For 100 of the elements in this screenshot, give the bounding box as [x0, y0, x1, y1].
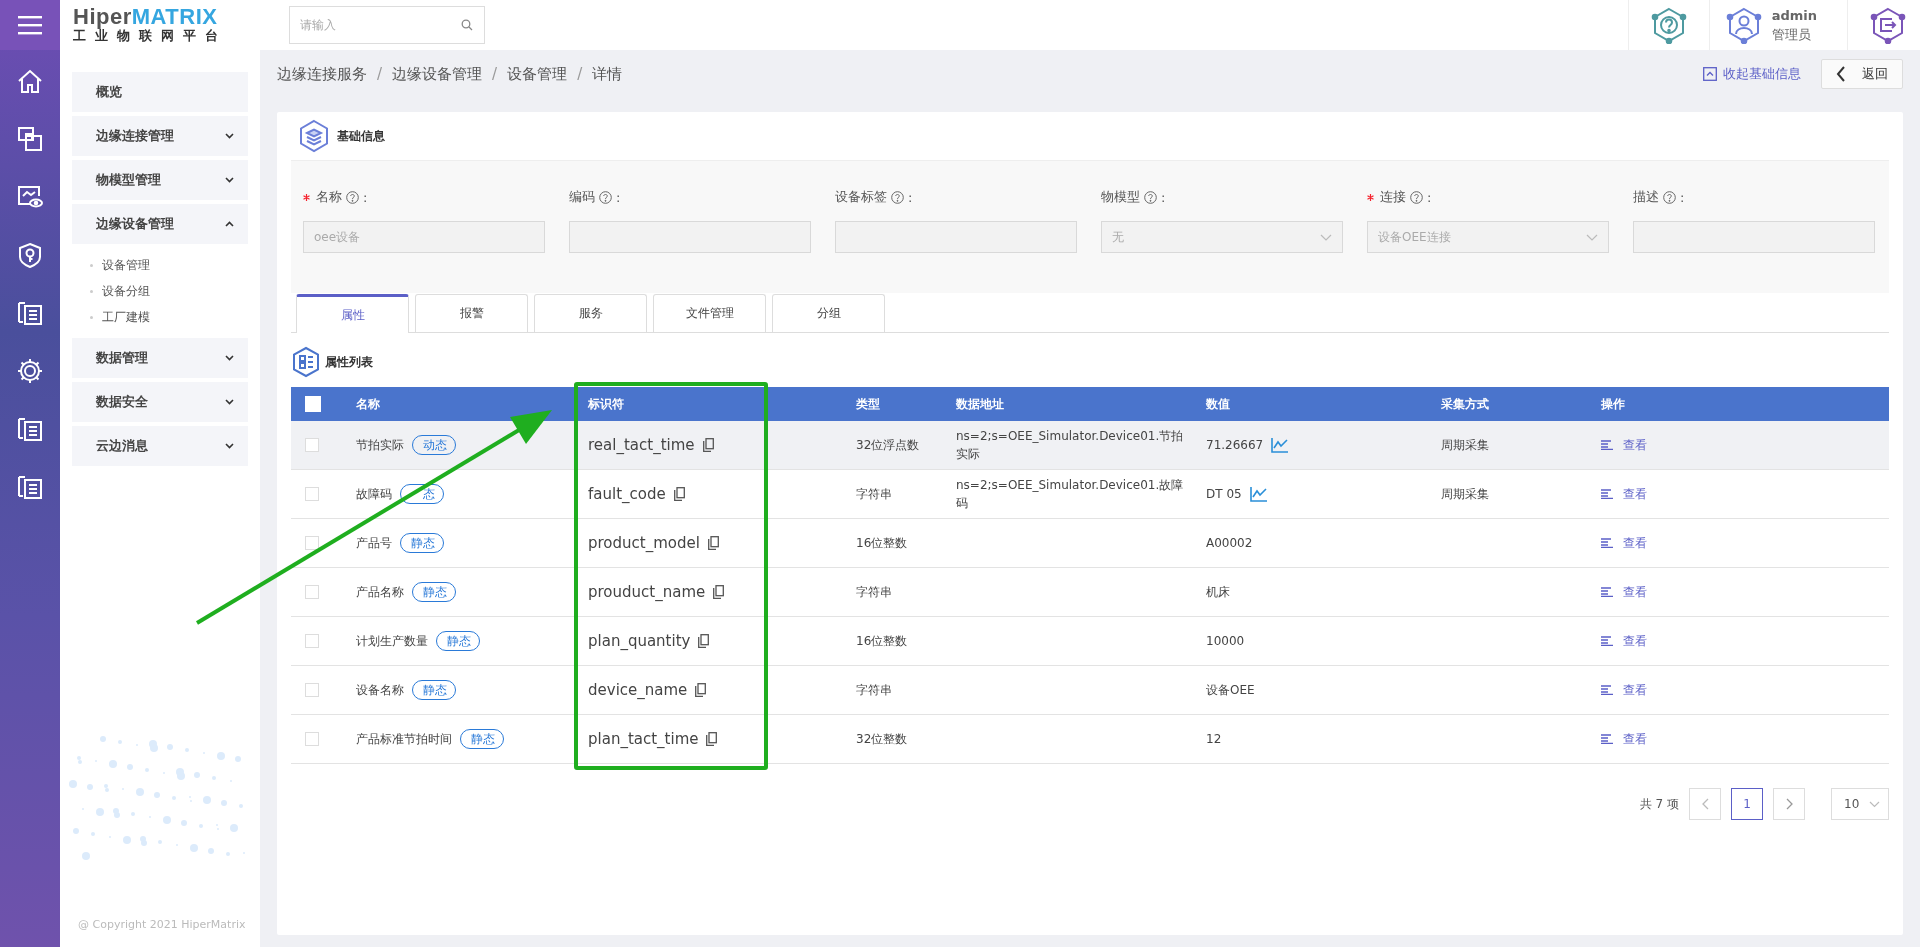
user-icon[interactable] [1725, 6, 1762, 44]
table-cell: 周期采集 [1441, 436, 1489, 454]
copy-icon[interactable] [713, 585, 725, 599]
table-cell-text: ns=2;s=OEE_Simulator.Device01.节拍实际 [956, 428, 1185, 463]
copy-icon[interactable] [673, 487, 685, 501]
document-list-icon[interactable] [17, 474, 43, 500]
help-icon[interactable] [1650, 6, 1687, 44]
details-icon [1601, 538, 1613, 548]
column-header: 数值 [1205, 395, 1231, 413]
logo-subtitle: 工业物联网平台 [73, 28, 228, 44]
view-link[interactable]: 查看 [1623, 485, 1647, 503]
label-colon: : [1161, 189, 1166, 205]
view-link[interactable]: 查看 [1623, 583, 1647, 601]
sidebar-item[interactable]: 物模型管理 [72, 160, 248, 200]
column-header: 数据地址 [955, 395, 1005, 413]
field-label: 连接 [1380, 188, 1406, 206]
row-checkbox[interactable] [305, 438, 319, 452]
tab[interactable]: 文件管理 [653, 294, 766, 332]
view-link[interactable]: 查看 [1623, 730, 1647, 748]
page-button[interactable]: 1 [1731, 788, 1763, 820]
sidebar-item[interactable]: 边缘设备管理 [72, 204, 248, 244]
gear-icon[interactable] [17, 358, 43, 384]
row-checkbox[interactable] [305, 536, 319, 550]
row-checkbox[interactable] [305, 634, 319, 648]
required-mark-icon [1367, 193, 1374, 201]
identifier-text: prouduct_name [588, 583, 706, 601]
row-checkbox[interactable] [305, 585, 319, 599]
breadcrumb-separator: / [492, 64, 498, 84]
collapse-link[interactable]: 收起基础信息 [1703, 65, 1801, 83]
table-cell: 10000 [1206, 634, 1245, 648]
document-list-icon[interactable] [17, 300, 43, 326]
user-role: 管理员 [1771, 26, 1812, 44]
search-icon[interactable] [461, 19, 473, 31]
required-mark-icon [303, 193, 310, 201]
search-field[interactable]: 请输入 [289, 6, 485, 44]
breadcrumb-item[interactable]: 边缘设备管理 [392, 64, 483, 84]
sidebar-subitem[interactable]: 设备分组 [72, 278, 248, 304]
input-field[interactable] [569, 221, 811, 253]
document-list-icon[interactable] [17, 416, 43, 442]
column-header: 名称 [355, 395, 381, 413]
home-icon[interactable] [17, 68, 43, 94]
tab[interactable]: 报警 [415, 294, 528, 332]
row-checkbox[interactable] [305, 683, 319, 697]
tab[interactable]: 属性 [296, 294, 409, 333]
row-checkbox[interactable] [305, 732, 319, 746]
table-cell: 字符串 [856, 681, 892, 699]
monitor-eye-icon[interactable] [17, 184, 43, 210]
chevron-icon [225, 133, 234, 139]
input-field[interactable] [1633, 221, 1875, 253]
view-link[interactable]: 查看 [1623, 436, 1647, 454]
help-icon[interactable] [1410, 190, 1423, 204]
back-button[interactable]: 返回 [1821, 59, 1903, 89]
table-cell: 设备OEE [1206, 681, 1255, 699]
sidebar-item[interactable]: 边缘连接管理 [72, 116, 248, 156]
copy-icon[interactable] [707, 536, 719, 550]
breadcrumb-item[interactable]: 设备管理 [507, 64, 568, 84]
label-colon: : [1427, 189, 1432, 205]
shield-key-icon[interactable] [17, 242, 43, 268]
sidebar-subitem[interactable]: 工厂建模 [72, 304, 248, 330]
copy-icon[interactable] [698, 634, 710, 648]
label-colon: : [616, 189, 621, 205]
sidebar-item[interactable]: 数据管理 [72, 338, 248, 378]
field-label: 设备标签 [835, 188, 887, 206]
chevron-icon [225, 355, 234, 361]
trend-chart-icon[interactable] [1271, 437, 1290, 453]
tab[interactable]: 服务 [534, 294, 647, 332]
section-title: 属性列表 [325, 353, 373, 371]
sidebar-subitem[interactable]: 设备管理 [72, 252, 248, 278]
right-chevron-icon [1785, 798, 1793, 810]
identifier-text: plan_tact_time [588, 730, 699, 748]
row-checkbox[interactable] [305, 487, 319, 501]
select-all-checkbox[interactable] [305, 396, 321, 412]
table-cell: 12 [1206, 732, 1222, 746]
help-icon[interactable] [1144, 190, 1157, 204]
tab[interactable]: 分组 [772, 294, 885, 332]
copyright-text: @ Copyright 2021 HiperMatrix [77, 918, 247, 933]
windows-icon[interactable] [17, 126, 43, 152]
identifier-text: plan_quantity [588, 632, 691, 650]
view-link[interactable]: 查看 [1623, 681, 1647, 699]
help-icon[interactable] [346, 190, 359, 204]
view-link[interactable]: 查看 [1623, 632, 1647, 650]
copy-icon[interactable] [695, 683, 707, 697]
view-link[interactable]: 查看 [1623, 534, 1647, 552]
trend-chart-icon[interactable] [1249, 486, 1268, 502]
copy-icon[interactable] [706, 732, 718, 746]
help-icon[interactable] [599, 190, 612, 204]
field-label: 编码 [569, 188, 595, 206]
help-icon[interactable] [891, 190, 904, 204]
page-size-select[interactable]: 10 [1831, 788, 1889, 820]
sidebar-item[interactable]: 概览 [72, 72, 248, 112]
breadcrumb-item[interactable]: 边缘连接服务 [277, 64, 367, 84]
logout-icon[interactable] [1870, 6, 1906, 44]
sidebar-item[interactable]: 云边消息 [72, 426, 248, 466]
help-icon[interactable] [1663, 190, 1676, 204]
menu-icon[interactable] [0, 0, 60, 50]
sidebar-item[interactable]: 数据安全 [72, 382, 248, 422]
user-name: admin [1771, 7, 1817, 25]
copy-icon[interactable] [702, 438, 714, 452]
details-icon [1601, 440, 1613, 450]
input-field[interactable] [835, 221, 1077, 253]
